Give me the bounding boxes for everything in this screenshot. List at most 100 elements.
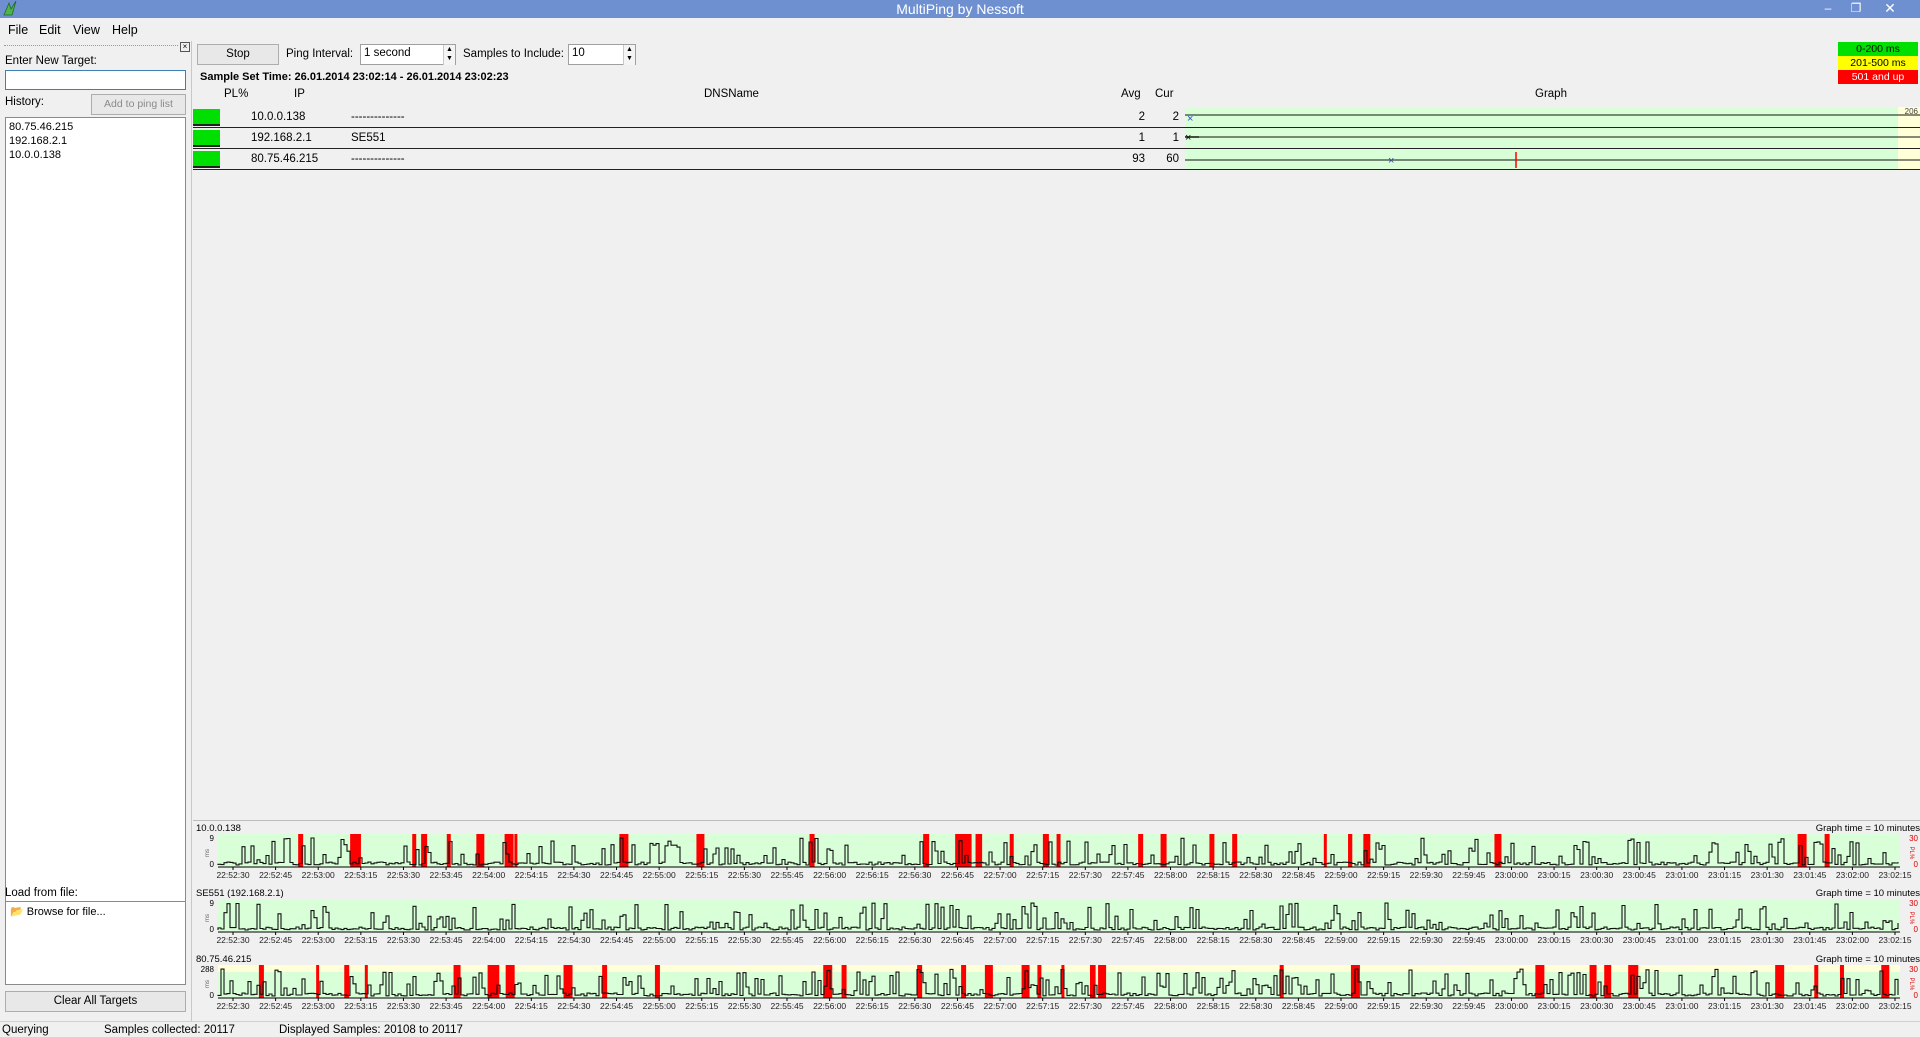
status-indicator [193, 130, 220, 147]
table-row[interactable]: 80.75.46.215 -------------- 93 60 × [193, 149, 1920, 170]
x-tick-label: 22:58:15 [1197, 870, 1230, 880]
splitter[interactable] [191, 41, 192, 1021]
legend-green: 0-200 ms [1838, 42, 1918, 56]
menu-edit[interactable]: Edit [39, 23, 61, 37]
loss-bar [364, 965, 368, 998]
x-tick-label: 23:00:15 [1538, 935, 1571, 945]
x-tick-label: 22:53:15 [344, 870, 377, 880]
sidebar: × Enter New Target: History: Add to ping… [0, 41, 191, 1026]
clear-all-targets-button[interactable]: Clear All Targets [5, 991, 186, 1012]
col-cur[interactable]: Cur [1155, 88, 1174, 100]
menu-view[interactable]: View [73, 23, 100, 37]
browse-label: Browse for file... [26, 906, 106, 918]
x-tick-label: 22:56:45 [941, 1001, 974, 1011]
x-tick-label: 23:01:30 [1751, 1001, 1784, 1011]
x-tick-label: 22:57:15 [1026, 870, 1059, 880]
x-tick-label: 22:52:45 [259, 935, 292, 945]
x-tick-label: 22:59:15 [1367, 935, 1400, 945]
x-tick-label: 22:55:15 [685, 935, 718, 945]
table-row[interactable]: 10.0.0.138 -------------- 2 2 206 × [193, 107, 1920, 128]
col-graph[interactable]: Graph [1535, 88, 1567, 100]
x-tick-label: 22:56:30 [898, 870, 931, 880]
x-tick-label: 22:56:00 [813, 1001, 846, 1011]
menu-help[interactable]: Help [112, 23, 138, 37]
x-tick-label: 22:56:45 [941, 935, 974, 945]
x-tick-label: 22:54:00 [472, 1001, 505, 1011]
file-list: 📂 Browse for file... [5, 901, 186, 985]
window-title: MultiPing by Nessoft [896, 1, 1024, 17]
loss-bar [1323, 834, 1327, 867]
pl-unit-label: PL% [1908, 847, 1914, 860]
minimize-button[interactable]: – [1818, 1, 1838, 17]
x-tick-label: 22:55:30 [728, 1001, 761, 1011]
y-max-label: 9 [210, 834, 215, 843]
x-tick-label: 22:56:15 [856, 870, 889, 880]
x-tick-label: 23:00:30 [1580, 870, 1613, 880]
x-tick-label: 23:00:30 [1580, 935, 1613, 945]
x-tick-label: 22:58:15 [1197, 935, 1230, 945]
loss-bar [1160, 834, 1167, 867]
title-bar: MultiPing by Nessoft – ❐ ✕ [0, 0, 1920, 18]
pl-min-label: 0 [1914, 991, 1919, 1000]
x-tick-label: 22:56:00 [813, 935, 846, 945]
x-tick-label: 22:58:45 [1282, 1001, 1315, 1011]
col-avg[interactable]: Avg [1121, 88, 1141, 100]
col-pl[interactable]: PL% [224, 88, 248, 100]
y-min-label: 0 [210, 925, 215, 934]
history-label: History: [5, 96, 44, 108]
col-ip[interactable]: IP [294, 88, 305, 100]
x-tick-label: 23:00:45 [1623, 935, 1656, 945]
x-tick-label: 22:58:30 [1239, 870, 1272, 880]
x-tick-label: 22:57:00 [984, 1001, 1017, 1011]
restore-button[interactable]: ❐ [1846, 1, 1866, 17]
add-to-ping-list-button[interactable]: Add to ping list [91, 94, 186, 115]
x-tick-label: 22:55:00 [643, 935, 676, 945]
x-tick-label: 23:01:45 [1793, 1001, 1826, 1011]
avg-marker: × [1388, 155, 1394, 167]
x-tick-label: 22:56:30 [898, 1001, 931, 1011]
menu-file[interactable]: File [8, 23, 28, 37]
x-tick-label: 22:57:45 [1111, 935, 1144, 945]
x-tick-label: 22:52:30 [216, 870, 249, 880]
stop-button[interactable]: Stop [197, 44, 279, 65]
x-tick-label: 23:01:30 [1751, 870, 1784, 880]
x-tick-label: 22:53:00 [302, 870, 335, 880]
loss-bar [1209, 834, 1215, 867]
x-tick-label: 22:55:00 [643, 1001, 676, 1011]
status-indicator [193, 109, 220, 126]
list-item[interactable]: 10.0.0.138 [6, 148, 185, 162]
row-graph-plot: × [1185, 152, 1920, 168]
x-tick-label: 22:53:15 [344, 935, 377, 945]
spinner-arrows-icon[interactable]: ▲ ▼ [623, 45, 635, 65]
col-dns[interactable]: DNSName [704, 88, 759, 100]
samples-input[interactable]: 10 ▲ ▼ [568, 44, 636, 65]
ping-interval-select[interactable]: 1 second ▲ ▼ [360, 44, 456, 65]
y-min-label: 0 [210, 991, 215, 1000]
x-tick-label: 22:56:45 [941, 870, 974, 880]
x-tick-label: 22:53:30 [387, 870, 420, 880]
x-tick-label: 22:55:45 [770, 935, 803, 945]
history-plot: 90ms300PL%22:52:30 22:52:45 22:53:00 22:53:… [205, 834, 1919, 880]
color-legend: 0-200 ms 201-500 ms 501 and up [1838, 42, 1918, 84]
target-input[interactable] [5, 70, 186, 90]
y-max-label: 288 [201, 965, 215, 974]
graphs-divider[interactable] [193, 820, 1920, 821]
spinner-arrows-icon[interactable]: ▲ ▼ [443, 45, 455, 65]
loss-bar [1090, 965, 1096, 998]
x-tick-label: 22:55:45 [770, 1001, 803, 1011]
x-tick-label: 22:57:00 [984, 935, 1017, 945]
x-tick-label: 22:57:30 [1069, 870, 1102, 880]
list-item[interactable]: 192.168.2.1 [6, 134, 185, 148]
pl-max-label: 30 [1909, 834, 1918, 843]
x-tick-label: 22:57:30 [1069, 935, 1102, 945]
list-item[interactable]: 80.75.46.215 [6, 120, 185, 134]
browse-for-file-item[interactable]: 📂 Browse for file... [10, 905, 106, 918]
x-tick-label: 22:52:45 [259, 870, 292, 880]
x-tick-label: 23:00:30 [1580, 1001, 1613, 1011]
pin-icon[interactable]: × [180, 42, 190, 52]
samples-value: 10 [572, 47, 585, 59]
x-tick-label: 22:56:00 [813, 870, 846, 880]
table-row[interactable]: 192.168.2.1 SE551 1 1 × [193, 128, 1920, 149]
close-button[interactable]: ✕ [1880, 1, 1900, 17]
x-tick-label: 22:54:45 [600, 935, 633, 945]
